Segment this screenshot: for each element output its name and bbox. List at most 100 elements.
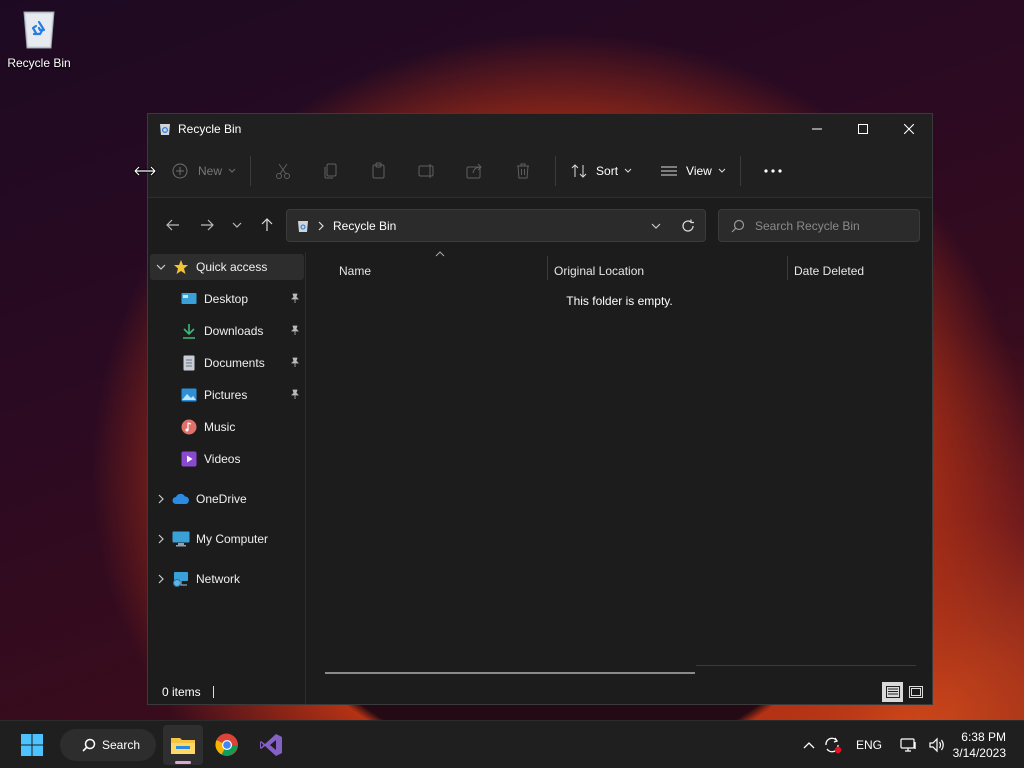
sidebar-item-label: Pictures	[204, 388, 248, 402]
cloud-icon	[172, 491, 190, 507]
more-options-button[interactable]	[749, 155, 797, 187]
sidebar-item-label: OneDrive	[196, 492, 247, 506]
chevron-right-icon[interactable]	[150, 534, 172, 544]
maximize-button[interactable]	[840, 114, 886, 144]
column-header-original-location[interactable]: Original Location	[554, 258, 786, 284]
new-label: New	[198, 163, 223, 178]
chevron-down-icon	[651, 223, 661, 229]
windows-logo-icon	[21, 734, 43, 756]
recycle-bin-small-icon	[160, 124, 170, 135]
volume-button[interactable]	[926, 730, 948, 760]
toolbar-divider	[555, 155, 557, 186]
view-button[interactable]: View	[654, 155, 732, 187]
chevron-down-icon[interactable]	[150, 264, 172, 270]
list-bottom-line	[696, 665, 916, 666]
sync-status-button[interactable]	[818, 730, 848, 760]
sidebar-item-downloads[interactable]: Downloads	[150, 318, 304, 344]
sidebar-item-desktop[interactable]: Desktop	[150, 286, 304, 312]
minimize-icon	[812, 128, 822, 130]
sidebar-item-quick-access[interactable]: Quick access	[150, 254, 304, 280]
horizontal-scrollbar[interactable]	[325, 672, 695, 674]
breadcrumb-recycle-bin[interactable]: Recycle Bin	[333, 219, 396, 233]
trash-icon	[517, 163, 530, 178]
sidebar-item-network[interactable]: Network	[150, 566, 304, 592]
new-button[interactable]: New	[166, 155, 242, 187]
sidebar-item-label: Quick access	[196, 260, 268, 274]
sort-icon	[571, 163, 587, 178]
up-button[interactable]	[250, 210, 284, 240]
status-bar: 0 items	[162, 684, 214, 700]
music-icon	[180, 419, 198, 435]
sort-button[interactable]: Sort	[564, 155, 638, 187]
recent-locations-button[interactable]	[224, 210, 250, 240]
chrome-icon	[215, 733, 238, 756]
column-name-label: Name	[339, 264, 372, 278]
large-icons-view-button[interactable]	[905, 682, 926, 702]
back-button[interactable]	[156, 210, 190, 240]
sidebar-item-videos[interactable]: Videos	[150, 446, 304, 472]
column-divider[interactable]	[547, 256, 548, 280]
scissors-icon	[276, 163, 291, 179]
sidebar-item-label: Network	[196, 572, 241, 586]
column-date-deleted-label: Date Deleted	[794, 264, 865, 278]
sidebar-item-pictures[interactable]: Pictures	[150, 382, 304, 408]
pin-icon[interactable]	[290, 292, 300, 306]
pin-icon[interactable]	[290, 356, 300, 370]
clock[interactable]: 6:38 PM 3/14/2023	[953, 729, 1006, 761]
clock-time: 6:38 PM	[961, 730, 1006, 744]
cut-button[interactable]	[259, 155, 307, 187]
network-monitor-icon	[900, 738, 916, 752]
arrow-up-icon	[261, 218, 273, 231]
search-icon	[82, 738, 96, 752]
column-divider[interactable]	[787, 256, 788, 280]
file-explorer-taskbar-button[interactable]	[163, 725, 203, 765]
close-button[interactable]	[886, 114, 932, 144]
paste-button[interactable]	[355, 155, 403, 187]
sidebar-item-my-computer[interactable]: My Computer	[150, 526, 304, 552]
visual-studio-taskbar-button[interactable]	[251, 725, 291, 765]
status-divider	[212, 686, 214, 698]
address-bar[interactable]: Recycle Bin	[286, 209, 706, 242]
taskbar-search-button[interactable]: Search	[60, 729, 156, 761]
arrow-right-icon	[201, 219, 214, 231]
chrome-taskbar-button[interactable]	[207, 725, 247, 765]
network-status-button[interactable]	[892, 730, 926, 760]
desktop-recycle-bin[interactable]: Recycle Bin	[4, 6, 74, 70]
refresh-button[interactable]	[671, 211, 705, 241]
title-bar[interactable]: Recycle Bin	[148, 114, 932, 144]
forward-button[interactable]	[190, 210, 224, 240]
recycle-bin-small-icon	[298, 220, 308, 232]
column-original-location-label: Original Location	[554, 264, 645, 278]
chevron-right-icon[interactable]	[150, 494, 172, 504]
sidebar-item-music[interactable]: Music	[150, 414, 304, 440]
column-header-name[interactable]: Name	[339, 258, 545, 284]
recycle-bin-icon	[20, 6, 58, 50]
details-view-button[interactable]	[882, 682, 903, 702]
pin-icon[interactable]	[290, 324, 300, 338]
sort-ascending-icon	[435, 251, 445, 257]
search-input[interactable]	[755, 218, 905, 233]
share-button[interactable]	[451, 155, 499, 187]
tiles-view-icon	[908, 686, 923, 698]
sidebar-item-onedrive[interactable]: OneDrive	[150, 486, 304, 512]
taskbar: Search ENG 6:38 PM 3/14/2023	[0, 720, 1024, 768]
visual-studio-icon	[260, 734, 282, 756]
minimize-button[interactable]	[794, 114, 840, 144]
sidebar-item-documents[interactable]: Documents	[150, 350, 304, 376]
pin-icon[interactable]	[290, 388, 300, 402]
start-button[interactable]	[12, 725, 52, 765]
input-language[interactable]: ENG	[856, 738, 882, 752]
speaker-icon	[929, 737, 944, 753]
address-dropdown-button[interactable]	[641, 211, 671, 241]
rename-button[interactable]	[403, 155, 451, 187]
delete-button[interactable]	[499, 155, 547, 187]
copy-button[interactable]	[307, 155, 355, 187]
window-title: Recycle Bin	[178, 122, 242, 136]
search-box[interactable]	[718, 209, 920, 242]
chevron-right-icon[interactable]	[150, 574, 172, 584]
column-header-date-deleted[interactable]: Date Deleted	[794, 258, 924, 284]
resize-cursor-icon	[134, 165, 156, 177]
refresh-icon	[682, 219, 694, 232]
system-tray: ENG	[800, 721, 948, 768]
show-hidden-icons-button[interactable]	[800, 730, 818, 760]
